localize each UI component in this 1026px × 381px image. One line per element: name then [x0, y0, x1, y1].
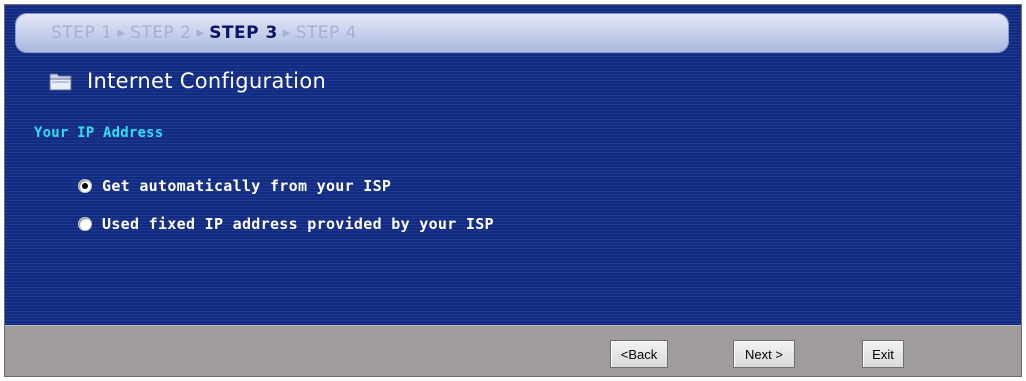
- next-button[interactable]: Next >: [733, 340, 795, 368]
- option-label: Used fixed IP address provided by your I…: [102, 215, 494, 233]
- radio-button-selected[interactable]: [78, 179, 92, 193]
- step-separator-icon: ▶: [196, 27, 205, 39]
- step-3: STEP 3: [209, 23, 278, 43]
- folder-icon: [49, 73, 72, 91]
- step-2: STEP 2: [130, 23, 192, 43]
- page-title: Internet Configuration: [87, 69, 327, 93]
- option-fixed-ip[interactable]: Used fixed IP address provided by your I…: [78, 215, 494, 233]
- option-get-automatically[interactable]: Get automatically from your ISP: [78, 177, 391, 195]
- wizard-content: STEP 1 ▶ STEP 2 ▶ STEP 3 ▶ STEP 4 Intern…: [5, 5, 1021, 325]
- button-bar: <Back Next > Exit: [5, 325, 1021, 376]
- step-separator-icon: ▶: [282, 27, 291, 39]
- back-button[interactable]: <Back: [610, 340, 668, 368]
- section-title: Your IP Address: [34, 125, 164, 141]
- exit-button[interactable]: Exit: [862, 340, 904, 368]
- step-bar: STEP 1 ▶ STEP 2 ▶ STEP 3 ▶ STEP 4: [15, 13, 1009, 53]
- wizard-frame: STEP 1 ▶ STEP 2 ▶ STEP 3 ▶ STEP 4 Intern…: [4, 4, 1022, 377]
- radio-button[interactable]: [78, 217, 92, 231]
- step-1: STEP 1: [51, 23, 113, 43]
- step-separator-icon: ▶: [117, 27, 126, 39]
- page-header: Internet Configuration: [49, 69, 326, 93]
- step-4: STEP 4: [295, 23, 357, 43]
- option-label: Get automatically from your ISP: [102, 177, 392, 195]
- step-list: STEP 1 ▶ STEP 2 ▶ STEP 3 ▶ STEP 4: [51, 23, 357, 43]
